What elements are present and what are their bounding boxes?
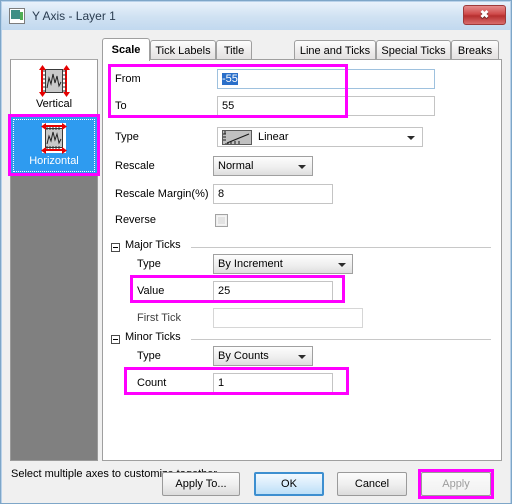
rescale-label: Rescale — [115, 160, 155, 172]
major-ticks-value-label: Value — [137, 285, 165, 297]
window-title: Y Axis - Layer 1 — [32, 9, 116, 23]
linear-scale-icon — [222, 130, 252, 145]
major-ticks-type-value: By Increment — [218, 258, 283, 270]
scale-type-value: Linear — [258, 131, 289, 143]
reverse-checkbox[interactable] — [215, 214, 228, 227]
first-tick-input[interactable] — [213, 308, 363, 328]
tab-line-and-ticks[interactable]: Line and Ticks — [294, 40, 376, 60]
minor-ticks-group: Minor Ticks — [111, 331, 491, 346]
axis-item-vertical-label: Vertical — [35, 98, 73, 110]
to-label: To — [115, 100, 127, 112]
tab-tick-labels[interactable]: Tick Labels — [150, 40, 216, 60]
major-ticks-type-label: Type — [137, 258, 161, 270]
dialog-body: Vertical Horizontal Scale Tick Labels Ti… — [2, 30, 510, 503]
cancel-button[interactable]: Cancel — [337, 472, 407, 496]
chevron-down-icon — [298, 165, 306, 169]
tab-breaks[interactable]: Breaks — [451, 40, 499, 60]
reverse-label: Reverse — [115, 214, 156, 226]
vertical-axis-icon — [29, 65, 79, 97]
dialog-window: Y Axis - Layer 1 ✖ Vertical Horizontal S… — [0, 0, 512, 504]
major-ticks-value-input[interactable]: 25 — [213, 281, 333, 301]
collapse-toggle-icon[interactable] — [111, 243, 120, 252]
chevron-down-icon — [338, 263, 346, 267]
scale-tab-panel: From -55 To 55 Type Linear Rescale Norma… — [102, 59, 502, 461]
chevron-down-icon — [407, 136, 415, 140]
axis-item-horizontal[interactable]: Horizontal — [11, 117, 97, 174]
axis-selector-panel: Vertical Horizontal — [10, 59, 98, 461]
scale-type-combo[interactable]: Linear — [217, 127, 423, 147]
rescale-value: Normal — [218, 160, 254, 172]
tab-strip: Scale Tick Labels Title Grids Line and T… — [102, 38, 502, 61]
from-input-value: -55 — [222, 73, 238, 85]
minor-ticks-type-value: By Counts — [218, 350, 269, 362]
graph-window-icon — [9, 8, 25, 24]
chevron-down-icon — [298, 355, 306, 359]
horizontal-axis-icon — [29, 122, 79, 154]
tab-title[interactable]: Title — [216, 40, 252, 60]
to-input[interactable]: 55 — [217, 96, 435, 116]
first-tick-label: First Tick — [137, 312, 181, 324]
collapse-toggle-icon[interactable] — [111, 335, 120, 344]
from-input[interactable]: -55 — [217, 69, 435, 89]
minor-ticks-type-label: Type — [137, 350, 161, 362]
minor-ticks-type-combo[interactable]: By Counts — [213, 346, 313, 366]
from-label: From — [115, 73, 141, 85]
rescale-combo[interactable]: Normal — [213, 156, 313, 176]
title-bar: Y Axis - Layer 1 ✖ — [2, 2, 510, 30]
tab-special-ticks[interactable]: Special Ticks — [376, 40, 451, 60]
major-ticks-type-combo[interactable]: By Increment — [213, 254, 353, 274]
major-ticks-group-label: Major Ticks — [125, 239, 185, 251]
ok-button[interactable]: OK — [254, 472, 324, 496]
minor-ticks-group-label: Minor Ticks — [125, 331, 185, 343]
rescale-margin-input[interactable]: 8 — [213, 184, 333, 204]
axis-item-vertical[interactable]: Vertical — [11, 60, 97, 117]
apply-button[interactable]: Apply — [421, 472, 491, 496]
type-label: Type — [115, 131, 139, 143]
rescale-margin-label: Rescale Margin(%) — [115, 188, 209, 200]
tick-marks-icon — [43, 70, 66, 92]
tick-marks-icon — [46, 127, 60, 149]
apply-to-button[interactable]: Apply To... — [162, 472, 240, 496]
close-glyph: ✖ — [479, 8, 490, 21]
close-icon[interactable]: ✖ — [463, 5, 506, 25]
major-ticks-group: Major Ticks — [111, 239, 491, 254]
tab-scale[interactable]: Scale — [102, 38, 150, 61]
minor-ticks-count-input[interactable]: 1 — [213, 373, 333, 393]
minor-ticks-count-label: Count — [137, 377, 167, 389]
